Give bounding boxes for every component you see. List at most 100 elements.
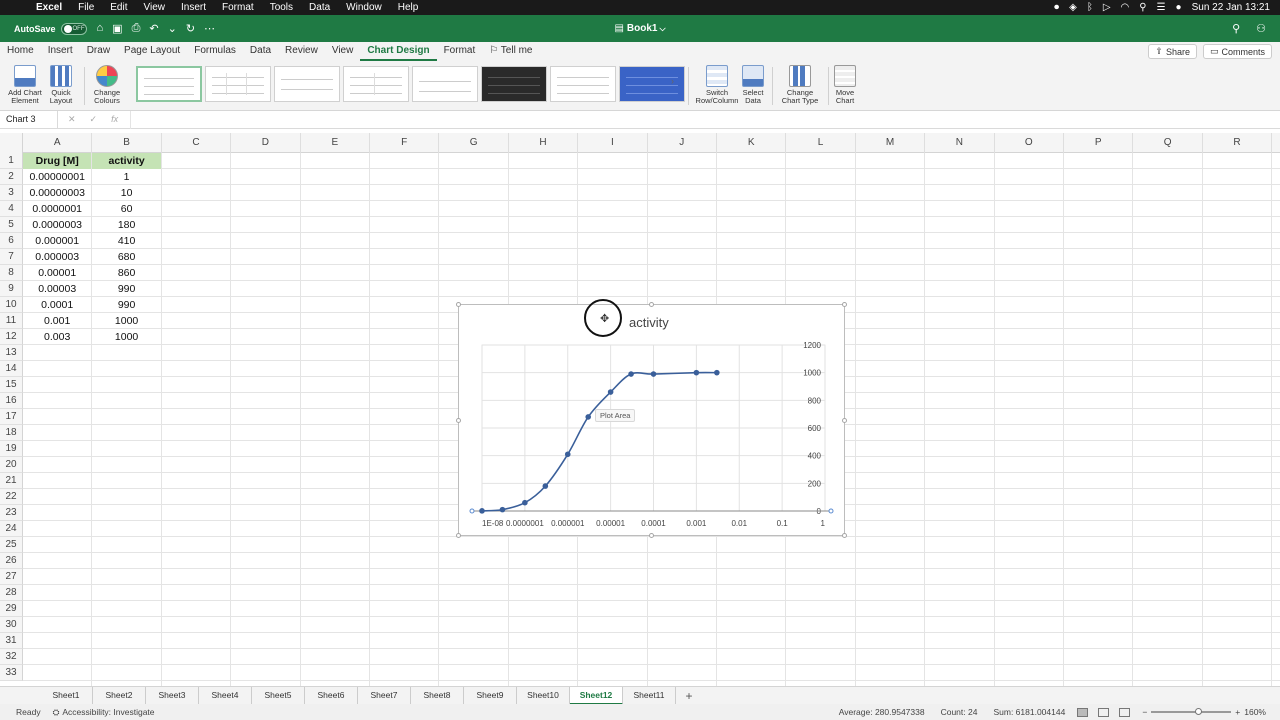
sheet-tab-sheet5[interactable]: Sheet5: [252, 686, 305, 705]
menu-insert[interactable]: Insert: [173, 2, 214, 13]
column-header-a[interactable]: A: [23, 133, 93, 153]
data-cell[interactable]: 0.003: [23, 329, 91, 345]
column-header-q[interactable]: Q: [1133, 133, 1203, 153]
resize-handle-l[interactable]: [456, 418, 461, 423]
row-header-3[interactable]: 3: [0, 185, 23, 201]
print-icon[interactable]: ⎙: [132, 22, 141, 35]
row-header-33[interactable]: 33: [0, 665, 23, 681]
resize-handle-b[interactable]: [649, 533, 654, 538]
menu-format[interactable]: Format: [214, 2, 262, 13]
chart-style-5[interactable]: [412, 66, 478, 102]
menu-clock[interactable]: Sun 22 Jan 13:21: [1192, 2, 1270, 13]
control-center-icon[interactable]: ☰: [1157, 2, 1166, 13]
data-cell[interactable]: 0.0000001: [23, 201, 91, 217]
row-header-2[interactable]: 2: [0, 169, 23, 185]
formula-input[interactable]: [130, 110, 1280, 129]
column-header-r[interactable]: R: [1203, 133, 1273, 153]
menu-app-name[interactable]: Excel: [28, 2, 70, 13]
row-header-11[interactable]: 11: [0, 313, 23, 329]
cancel-icon[interactable]: ✕: [68, 114, 76, 125]
row-header-24[interactable]: 24: [0, 521, 23, 537]
data-cell[interactable]: 0.0000003: [23, 217, 91, 233]
record-icon[interactable]: ⏺: [1054, 2, 1059, 13]
shield-icon[interactable]: ◈: [1069, 2, 1077, 13]
undo-icon[interactable]: ↶: [149, 22, 158, 35]
row-header-30[interactable]: 30: [0, 617, 23, 633]
data-cell[interactable]: 10: [92, 185, 160, 201]
data-cell[interactable]: 1000: [92, 313, 160, 329]
sheet-tab-sheet7[interactable]: Sheet7: [358, 686, 411, 705]
normal-view-icon[interactable]: [1077, 707, 1089, 717]
sheet-tab-sheet11[interactable]: Sheet11: [623, 686, 676, 705]
resize-handle-r[interactable]: [842, 418, 847, 423]
accessibility-status[interactable]: ⛭ Accessibility: Investigate: [53, 707, 155, 718]
sheet-tab-sheet2[interactable]: Sheet2: [93, 686, 146, 705]
menu-data[interactable]: Data: [301, 2, 338, 13]
data-cell[interactable]: 1: [92, 169, 160, 185]
data-cell[interactable]: 990: [92, 297, 160, 313]
menu-view[interactable]: View: [136, 2, 174, 13]
data-cell[interactable]: 180: [92, 217, 160, 233]
data-cell[interactable]: 0.00003: [23, 281, 91, 297]
row-header-26[interactable]: 26: [0, 553, 23, 569]
chart-object[interactable]: activity 0200400600800100012001E-080.000…: [456, 299, 847, 538]
tab-view[interactable]: View: [325, 42, 361, 61]
more-icon[interactable]: ⋯: [204, 22, 215, 35]
menu-window[interactable]: Window: [338, 2, 390, 13]
share-people-icon[interactable]: ⚇: [1256, 22, 1266, 35]
tab-format[interactable]: Format: [437, 42, 483, 61]
row-header-5[interactable]: 5: [0, 217, 23, 233]
document-title[interactable]: Book1: [627, 23, 658, 34]
data-cell[interactable]: 0.00000001: [23, 169, 91, 185]
column-header-p[interactable]: P: [1064, 133, 1134, 153]
play-icon[interactable]: ▷: [1103, 2, 1111, 13]
row-header-10[interactable]: 10: [0, 297, 23, 313]
row-header-15[interactable]: 15: [0, 377, 23, 393]
resize-handle-br[interactable]: [842, 533, 847, 538]
row-header-16[interactable]: 16: [0, 393, 23, 409]
row-header-8[interactable]: 8: [0, 265, 23, 281]
row-header-20[interactable]: 20: [0, 457, 23, 473]
row-header-25[interactable]: 25: [0, 537, 23, 553]
zoom-level[interactable]: 160%: [1244, 707, 1266, 717]
menu-edit[interactable]: Edit: [102, 2, 135, 13]
name-box[interactable]: Chart 3: [0, 110, 58, 129]
tab-tell-me[interactable]: ⚐ Tell me: [482, 42, 539, 61]
zoom-slider[interactable]: [1151, 708, 1232, 715]
tab-formulas[interactable]: Formulas: [187, 42, 243, 61]
menu-help[interactable]: Help: [390, 2, 427, 13]
column-header-j[interactable]: J: [648, 133, 717, 153]
row-header-19[interactable]: 19: [0, 441, 23, 457]
tab-data[interactable]: Data: [243, 42, 278, 61]
column-header-h[interactable]: H: [509, 133, 579, 153]
sheet-tab-sheet6[interactable]: Sheet6: [305, 686, 358, 705]
column-header-c[interactable]: C: [162, 133, 232, 153]
comments-button[interactable]: ▭ Comments: [1202, 44, 1272, 59]
row-header-12[interactable]: 12: [0, 329, 23, 345]
column-header-m[interactable]: M: [856, 133, 926, 153]
menu-file[interactable]: File: [70, 2, 102, 13]
sheet-tab-sheet10[interactable]: Sheet10: [517, 686, 570, 705]
row-header-6[interactable]: 6: [0, 233, 23, 249]
data-cell[interactable]: 0.00000003: [23, 185, 91, 201]
add-chart-element-button[interactable]: Add Chart Element: [6, 65, 44, 105]
row-header-13[interactable]: 13: [0, 345, 23, 361]
data-cell[interactable]: 0.000001: [23, 233, 91, 249]
header-cell[interactable]: activity: [92, 153, 161, 169]
sheet-tab-sheet12[interactable]: Sheet12: [570, 686, 623, 705]
row-header-28[interactable]: 28: [0, 585, 23, 601]
move-chart-button[interactable]: Move Chart: [832, 65, 858, 105]
column-header-f[interactable]: F: [370, 133, 440, 153]
row-header-22[interactable]: 22: [0, 489, 23, 505]
tab-insert[interactable]: Insert: [41, 42, 80, 61]
row-header-31[interactable]: 31: [0, 633, 23, 649]
row-header-21[interactable]: 21: [0, 473, 23, 489]
fx-icon[interactable]: fx: [111, 114, 118, 125]
row-header-7[interactable]: 7: [0, 249, 23, 265]
menu-tools[interactable]: Tools: [262, 2, 301, 13]
siri-icon[interactable]: ●: [1176, 2, 1182, 13]
chart-style-6[interactable]: [481, 66, 547, 102]
tab-draw[interactable]: Draw: [80, 42, 117, 61]
search-icon[interactable]: ⚲: [1232, 22, 1240, 35]
sheet-tab-sheet4[interactable]: Sheet4: [199, 686, 252, 705]
